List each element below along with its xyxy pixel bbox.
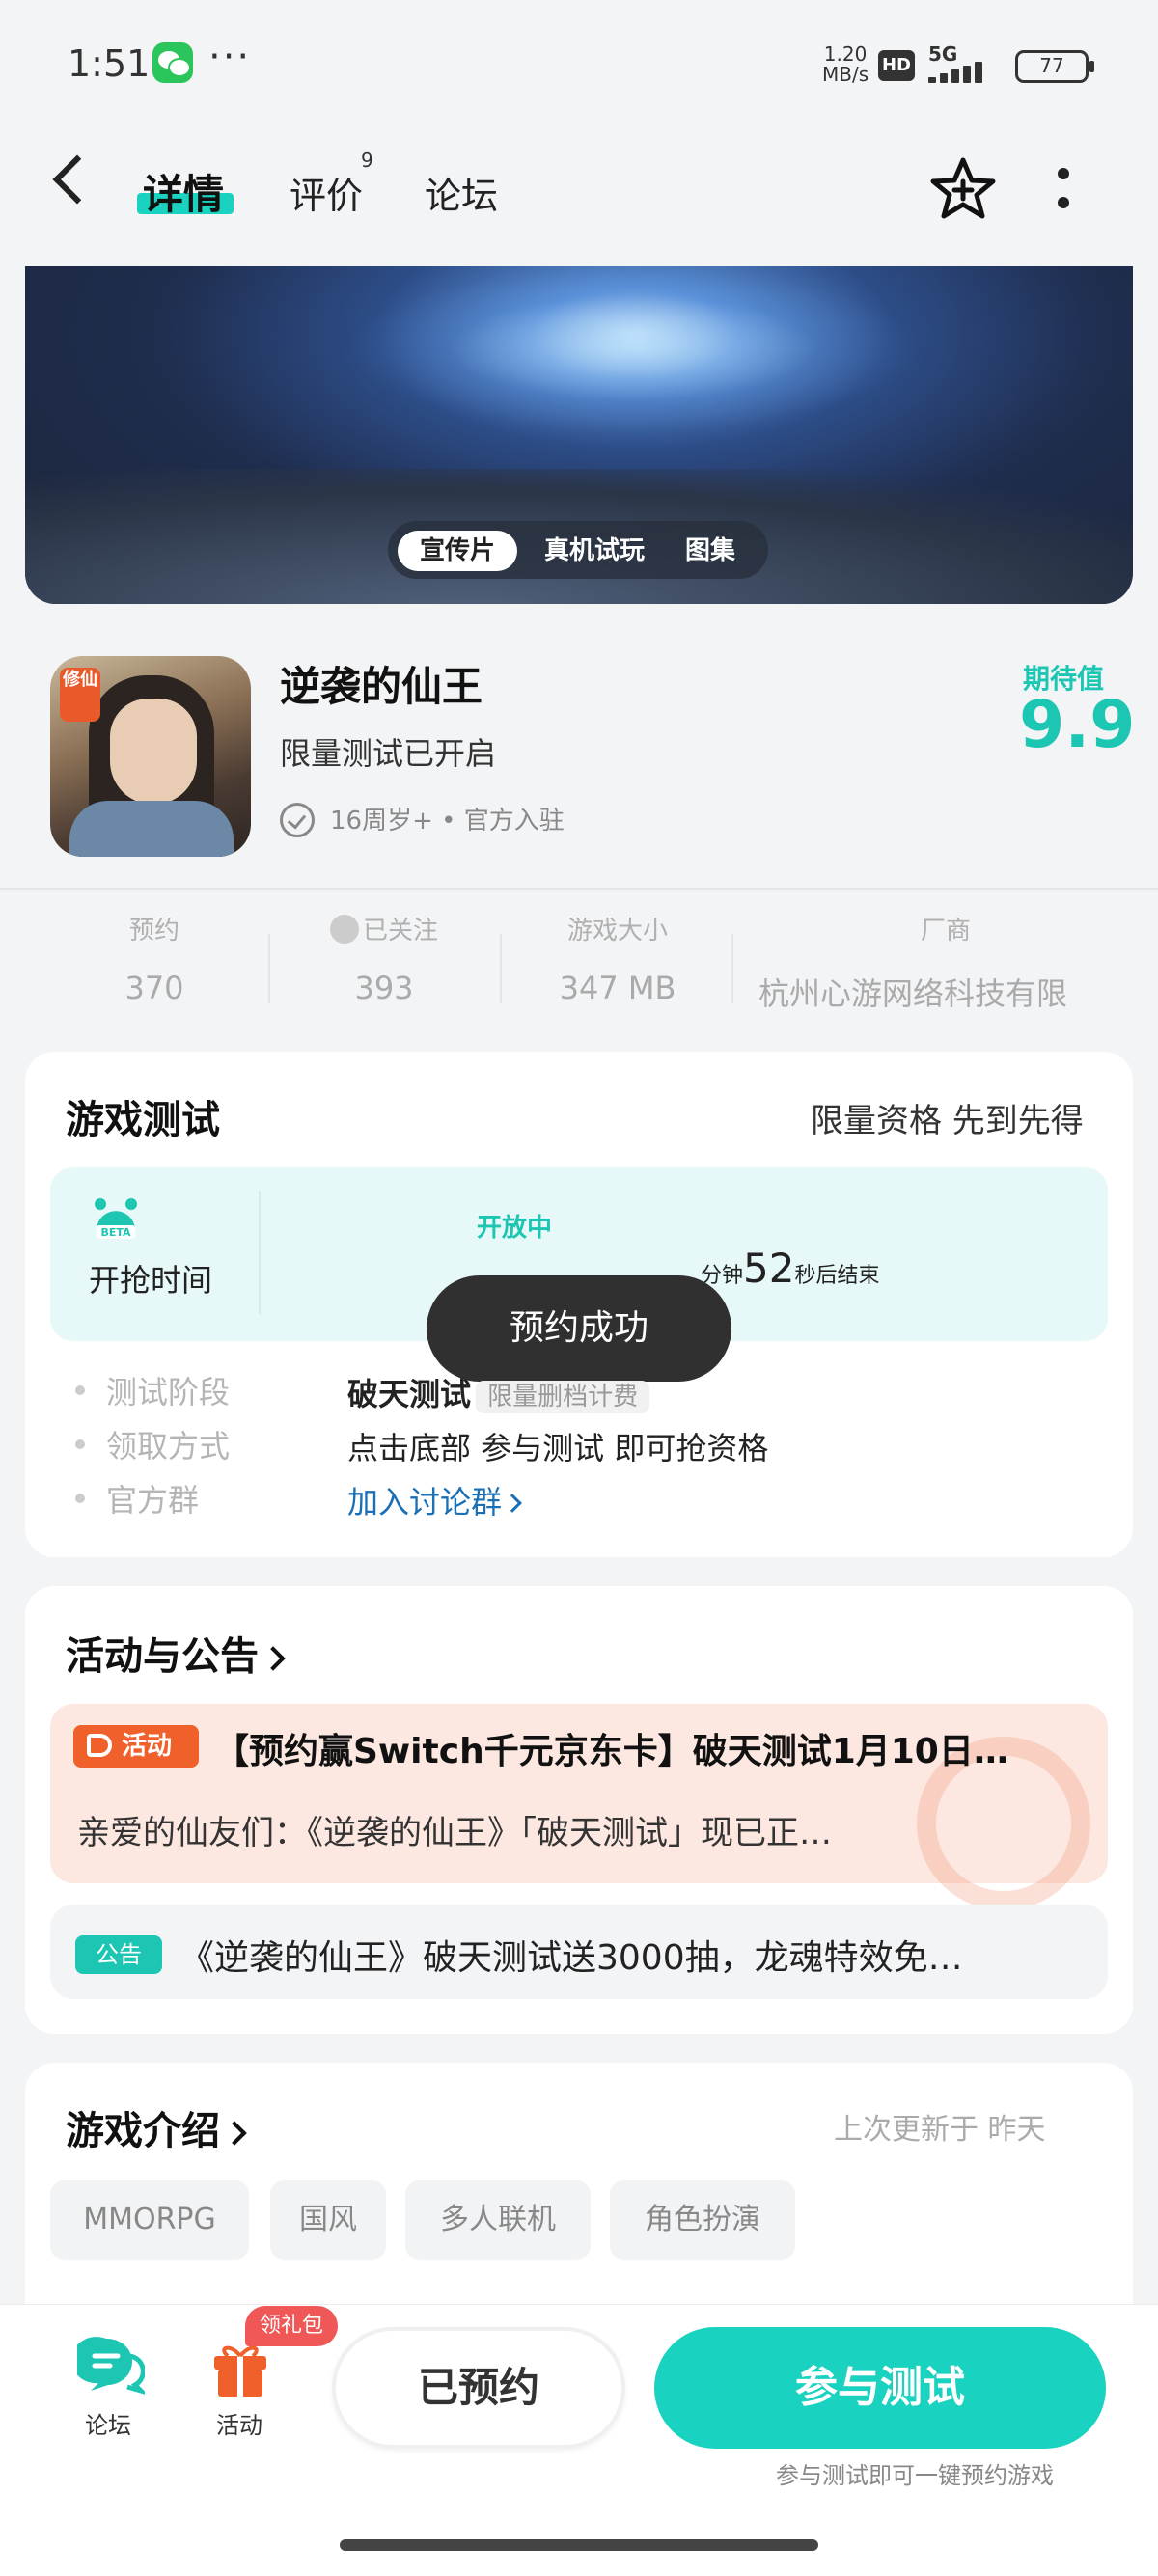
forum-label[interactable]: 论坛: [85, 2406, 131, 2440]
favorite-star-icon[interactable]: [928, 154, 998, 224]
tag-guofeng[interactable]: 国风: [270, 2180, 386, 2260]
back-button[interactable]: [52, 154, 102, 205]
update-time: 上次更新于 昨天: [834, 2113, 1046, 2147]
tab-detail[interactable]: 详情: [143, 162, 224, 221]
activity-description: 亲爱的仙友们：《逆袭的仙王》「破天测试」现已正…: [77, 1814, 832, 1852]
test-card-note: 限量资格 先到先得: [811, 1102, 1084, 1140]
game-subtitle: 限量测试已开启: [280, 735, 497, 772]
chevron-right-icon: [222, 2121, 247, 2146]
tag-multiplayer[interactable]: 多人联机: [405, 2180, 591, 2260]
wechat-notification-icon: [152, 42, 193, 83]
heart-check-icon: [329, 915, 359, 944]
chevron-right-icon: [261, 1646, 286, 1671]
status-bar: 1:51 ··· 1.20 MB/s HD 5G 77: [0, 0, 1158, 125]
info-stage-badge: 限量删档计费: [476, 1381, 650, 1413]
info-stage: 破天测试 限量删档计费: [347, 1370, 650, 1414]
activity-badge: 活动: [73, 1725, 199, 1768]
more-options-icon[interactable]: [1058, 168, 1071, 214]
gift-badge[interactable]: 领礼包: [245, 2306, 338, 2346]
forum-chat-icon[interactable]: [77, 2335, 145, 2395]
home-indicator[interactable]: [340, 2539, 818, 2551]
gift-icon[interactable]: [210, 2339, 270, 2398]
tag-mmorpg[interactable]: MMORPG: [50, 2180, 249, 2260]
info-key-stage: 测试阶段: [106, 1374, 231, 1411]
divider: [0, 888, 1158, 890]
join-test-button[interactable]: 参与测试: [654, 2327, 1106, 2449]
stat-followers: 已关注 393: [288, 911, 481, 1007]
stat-reservations: 预约 370: [124, 917, 184, 1006]
more-notifications-icon: ···: [208, 35, 252, 79]
tag-rpg[interactable]: 角色扮演: [610, 2180, 795, 2260]
tab-forum[interactable]: 论坛: [425, 166, 498, 219]
test-status: 开放中: [477, 1214, 553, 1243]
game-icon: 修仙: [50, 656, 251, 857]
activity-title: 【预约赢Switch千元京东卡】破天测试1月10日…: [214, 1732, 1008, 1771]
expect-score: 9.9: [1019, 687, 1136, 763]
test-card-title: 游戏测试: [66, 1098, 220, 1142]
info-method: 点击底部 参与测试 即可抢资格: [347, 1430, 769, 1466]
megaphone-icon: [87, 1734, 112, 1757]
join-group-link[interactable]: 加入讨论群: [347, 1478, 522, 1522]
media-tabs: 宣传片 真机试玩 图集: [388, 521, 768, 579]
beta-alarm-icon: BETA: [95, 1198, 137, 1239]
media-tab-gameplay[interactable]: 真机试玩: [531, 531, 658, 571]
hd-icon: HD: [878, 50, 915, 81]
game-title: 逆袭的仙王: [280, 663, 483, 710]
chevron-right-icon: [503, 1494, 522, 1513]
media-tab-gallery[interactable]: 图集: [672, 531, 749, 571]
reserved-button[interactable]: 已预约: [332, 2327, 625, 2449]
toast-message: 预约成功: [427, 1275, 731, 1382]
stat-size: 游戏大小 347 MB: [559, 917, 676, 1006]
media-tab-trailer[interactable]: 宣传片: [398, 531, 517, 571]
notice-title: 《逆袭的仙王》破天测试送3000抽，龙魂特效免…: [179, 1938, 963, 1978]
review-count-badge: 9: [361, 149, 373, 172]
rush-time-label: 开抢时间: [89, 1262, 213, 1299]
svg-text:BETA: BETA: [100, 1226, 131, 1239]
info-key-method: 领取方式: [106, 1428, 231, 1465]
network-speed: 1.20 MB/s: [822, 42, 869, 86]
stat-publisher[interactable]: 厂商 杭州心游网络科技有限: [753, 911, 1139, 1007]
status-time: 1:51: [68, 42, 151, 85]
intro-section-header[interactable]: 游戏介绍: [66, 2099, 247, 2155]
battery-icon: 77: [1015, 50, 1094, 83]
tab-review[interactable]: 评价: [290, 166, 363, 219]
activity-label[interactable]: 活动: [216, 2406, 262, 2440]
verified-icon: [280, 803, 315, 837]
notice-badge: 公告: [75, 1935, 162, 1974]
activity-section-header[interactable]: 活动与公告: [66, 1625, 286, 1681]
signal-icon: [928, 62, 998, 83]
info-key-group: 官方群: [106, 1482, 200, 1519]
join-hint: 参与测试即可一键预约游戏: [776, 2462, 1054, 2489]
game-meta: 16周岁+ • 官方入驻: [330, 807, 565, 836]
